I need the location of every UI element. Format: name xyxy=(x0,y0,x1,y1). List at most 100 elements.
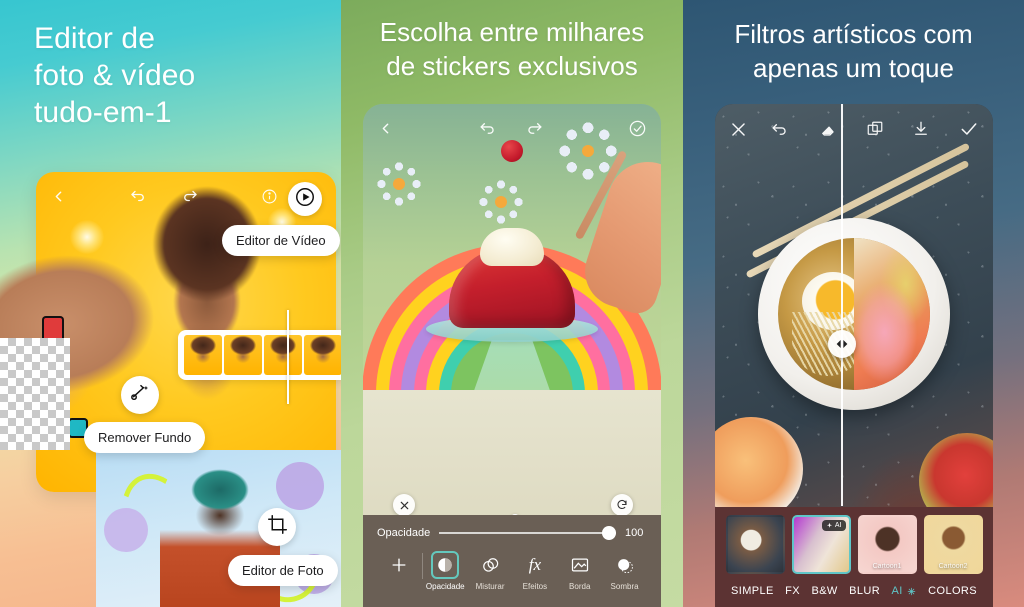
play-icon xyxy=(294,186,316,213)
opacity-slider-knob[interactable] xyxy=(602,526,616,540)
panel-3-headline: Filtros artísticos com apenas um toque xyxy=(734,19,973,83)
check-icon[interactable] xyxy=(959,119,979,139)
sparkle-icon xyxy=(907,587,915,595)
crop-icon xyxy=(267,514,288,540)
transparency-checkerboard xyxy=(0,338,70,450)
opacity-slider-track[interactable] xyxy=(439,526,616,540)
sticker-editor-device: ✦ ✦ novidade Opacidade 100 xyxy=(363,104,661,607)
close-icon xyxy=(400,501,408,509)
timeline-frame[interactable] xyxy=(264,335,302,375)
filter-editor-device: AI Cartoon1 Cartoon2 SIMPLE FX B&W BLUR … xyxy=(715,104,993,607)
tool-add[interactable] xyxy=(377,551,422,582)
chevron-left-icon[interactable] xyxy=(377,120,394,137)
opacity-slider-label: Opacidade xyxy=(377,527,431,539)
ai-badge-label: AI xyxy=(834,522,842,529)
tab-label: B&W xyxy=(811,585,838,597)
panel-filters: Filtros artísticos com apenas um toque A… xyxy=(683,0,1024,607)
sparkle-icon xyxy=(826,522,832,528)
tool-label: Borda xyxy=(569,582,591,591)
magic-wand-icon xyxy=(129,382,151,409)
screenshot-gallery: Editor de foto & vídeo tudo-em-1 Editor … xyxy=(0,0,1024,607)
sticker-bottom-toolbar: Opacidade 100 Opacidade Misturar fx Efei… xyxy=(363,515,661,607)
tool-label: Efeitos xyxy=(522,582,548,591)
filter-category-tabs: SIMPLE FX B&W BLUR AI COLORS xyxy=(723,585,985,597)
tab-blur[interactable]: BLUR xyxy=(849,585,880,597)
download-icon[interactable] xyxy=(912,120,930,138)
sticker-rotate-button[interactable] xyxy=(611,494,633,516)
pill-photo-editor[interactable]: Editor de Foto xyxy=(228,555,338,586)
border-image-icon xyxy=(566,551,594,579)
filter-thumbnail-selected[interactable]: AI xyxy=(791,515,851,574)
magic-wand-badge[interactable] xyxy=(121,376,159,414)
layers-icon[interactable] xyxy=(866,120,884,138)
compare-divider xyxy=(841,104,843,506)
redo-icon[interactable] xyxy=(525,119,544,138)
tool-label: Misturar xyxy=(475,582,505,591)
filter-toolbar xyxy=(715,104,993,154)
opacity-icon xyxy=(431,551,460,579)
tab-label: FX xyxy=(785,585,801,597)
filter-thumbnail[interactable] xyxy=(725,515,785,574)
redo-icon[interactable] xyxy=(181,187,199,205)
filter-thumbnails: AI Cartoon1 Cartoon2 xyxy=(723,515,985,574)
undo-icon[interactable] xyxy=(129,187,147,205)
play-button[interactable] xyxy=(288,182,322,216)
crop-badge[interactable] xyxy=(258,508,296,546)
video-timeline-strip[interactable] xyxy=(178,330,341,380)
opacity-slider-row[interactable]: Opacidade 100 xyxy=(377,526,647,540)
tab-colors[interactable]: COLORS xyxy=(928,585,977,597)
daisy-sticker[interactable] xyxy=(377,162,421,206)
blend-icon xyxy=(476,551,504,579)
filtered-half-overlay xyxy=(854,238,930,390)
tool-opacity[interactable]: Opacidade xyxy=(423,551,468,591)
plus-icon xyxy=(385,551,413,579)
panel-video-editor: Editor de foto & vídeo tudo-em-1 Editor … xyxy=(0,0,341,607)
pill-label: Editor de Foto xyxy=(242,563,324,578)
filter-thumbnail[interactable]: Cartoon1 xyxy=(857,515,917,574)
chevron-left-icon[interactable] xyxy=(50,188,67,205)
tab-label: SIMPLE xyxy=(731,585,774,597)
check-circle-icon[interactable] xyxy=(628,119,647,138)
pill-label: Remover Fundo xyxy=(98,430,192,445)
compare-slider-handle[interactable] xyxy=(828,330,856,358)
timeline-frame[interactable] xyxy=(224,335,262,375)
panel-2-headline: Escolha entre milhares de stickers exclu… xyxy=(379,17,645,81)
pill-label: Editor de Vídeo xyxy=(236,233,326,248)
tab-label: BLUR xyxy=(849,585,881,597)
timeline-playhead[interactable] xyxy=(287,310,289,404)
close-icon[interactable] xyxy=(729,120,748,139)
timeline-frame[interactable] xyxy=(184,335,222,375)
pill-remove-background[interactable]: Remover Fundo xyxy=(84,422,206,453)
fx-icon: fx xyxy=(528,555,542,574)
timeline-frame[interactable] xyxy=(304,335,341,375)
thumbnail-caption: Cartoon2 xyxy=(938,563,968,570)
tool-label: Opacidade xyxy=(425,582,465,591)
undo-icon[interactable] xyxy=(478,119,497,138)
pill-video-editor[interactable]: Editor de Vídeo xyxy=(222,225,340,256)
tab-simple[interactable]: SIMPLE xyxy=(731,585,774,597)
tab-ai[interactable]: AI xyxy=(892,585,917,597)
sticker-delete-button[interactable] xyxy=(393,494,415,516)
ai-badge: AI xyxy=(821,520,846,531)
daisy-sticker[interactable] xyxy=(479,180,523,224)
tool-effects[interactable]: fx Efeitos xyxy=(512,551,557,591)
eraser-icon[interactable] xyxy=(818,120,837,139)
whipped-cream xyxy=(480,228,544,266)
rotate-icon xyxy=(617,499,627,510)
tool-shadow[interactable]: Sombra xyxy=(602,551,647,591)
tool-blend[interactable]: Misturar xyxy=(468,551,513,591)
tab-bw[interactable]: B&W xyxy=(811,585,837,597)
info-icon[interactable] xyxy=(261,188,278,205)
undo-icon[interactable] xyxy=(770,120,789,139)
thumbnail-caption: Cartoon1 xyxy=(872,563,902,570)
ramen-contents xyxy=(778,238,930,390)
tab-label: COLORS xyxy=(928,585,977,597)
tab-fx[interactable]: FX xyxy=(785,585,800,597)
compare-slider-icon xyxy=(836,340,848,348)
ramen-bowl xyxy=(758,218,950,410)
tab-label: AI xyxy=(891,585,903,597)
sticker-tools-row: Opacidade Misturar fx Efeitos Borda Somb… xyxy=(377,551,647,591)
filter-thumbnail[interactable]: Cartoon2 xyxy=(923,515,983,574)
tool-label: Sombra xyxy=(610,582,639,591)
tool-border[interactable]: Borda xyxy=(557,551,602,591)
